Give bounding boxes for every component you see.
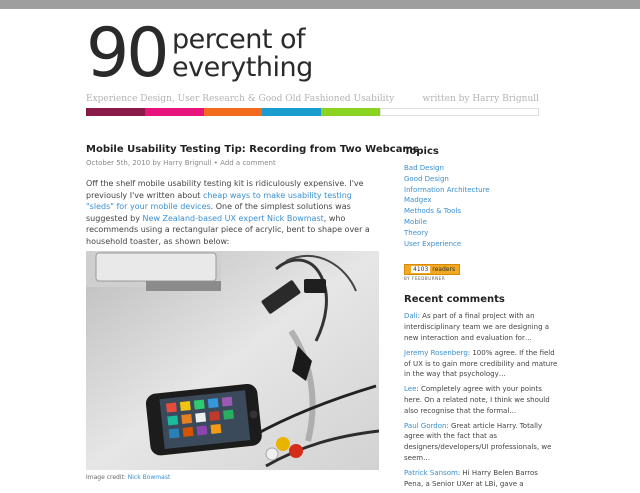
logo-line-2: everything bbox=[172, 52, 313, 83]
comment-item: Paul Gordon: Great article Harry. Totall… bbox=[404, 421, 558, 464]
color-segment-3 bbox=[204, 108, 262, 116]
photo-illustration bbox=[86, 251, 379, 470]
badge-count-bar: 4103 readers bbox=[404, 264, 460, 276]
comment-item: Patrick Sansom: Hi Harry Belen Barros Pe… bbox=[404, 468, 558, 490]
reader-label: readers bbox=[432, 266, 456, 274]
topic-user-experience[interactable]: User Experience bbox=[404, 239, 558, 250]
topic-madgex[interactable]: Madgex bbox=[404, 195, 558, 206]
comment-author[interactable]: Dali bbox=[404, 312, 418, 320]
comment-author[interactable]: Lee bbox=[404, 385, 416, 393]
color-segment-5 bbox=[321, 108, 380, 116]
color-segment-1 bbox=[86, 108, 145, 116]
color-segment-4 bbox=[262, 108, 321, 116]
add-comment-link[interactable]: Add a comment bbox=[220, 159, 276, 167]
topic-information-architecture[interactable]: Information Architecture bbox=[404, 185, 558, 196]
topic-bad-design[interactable]: Bad Design bbox=[404, 163, 558, 174]
color-segment-empty bbox=[380, 108, 539, 116]
post-date: October 5th, 2010 by Harry Brignull bbox=[86, 159, 212, 167]
logo-words: percent of everything bbox=[172, 26, 372, 82]
recent-comments: Recent comments Dali: As part of a final… bbox=[404, 294, 558, 489]
comment-text[interactable]: : Completely agree with your points here… bbox=[404, 385, 550, 415]
blog-post: Mobile Usability Testing Tip: Recording … bbox=[86, 144, 419, 481]
post-paragraph: Off the shelf mobile usability testing k… bbox=[86, 178, 382, 247]
meta-separator: • bbox=[211, 159, 221, 167]
topics-list: Bad Design Good Design Information Archi… bbox=[404, 163, 558, 249]
topic-good-design[interactable]: Good Design bbox=[404, 174, 558, 185]
comment-text[interactable]: : As part of a final project with an int… bbox=[404, 312, 549, 342]
sidebar: Topics Bad Design Good Design Informatio… bbox=[404, 146, 558, 493]
site-byline: written by Harry Brignull bbox=[422, 94, 539, 104]
color-stripe bbox=[86, 108, 539, 116]
topic-theory[interactable]: Theory bbox=[404, 228, 558, 239]
site-tagline: Experience Design, User Research & Good … bbox=[86, 94, 395, 104]
reader-count: 4103 bbox=[411, 266, 431, 274]
comment-item: Jeremy Rosenberg: 100% agree. If the fie… bbox=[404, 348, 558, 380]
logo-line-1: percent of bbox=[172, 24, 306, 55]
comment-author[interactable]: Paul Gordon bbox=[404, 422, 446, 430]
comment-author[interactable]: Jeremy Rosenberg bbox=[404, 349, 468, 357]
color-segment-2 bbox=[145, 108, 204, 116]
topic-methods-tools[interactable]: Methods & Tools bbox=[404, 206, 558, 217]
top-bar bbox=[0, 0, 640, 9]
feedburner-badge[interactable]: 4103 readers BY FEEDBURNER bbox=[404, 264, 460, 282]
post-meta: October 5th, 2010 by Harry Brignull • Ad… bbox=[86, 159, 382, 167]
feedburner-label: BY FEEDBURNER bbox=[404, 276, 446, 282]
nick-bowmast-link[interactable]: New Zealand-based UX expert Nick Bowmast bbox=[143, 214, 324, 223]
post-photo bbox=[86, 251, 379, 470]
post-title[interactable]: Mobile Usability Testing Tip: Recording … bbox=[86, 144, 419, 155]
recent-comments-heading: Recent comments bbox=[404, 294, 505, 306]
topic-mobile[interactable]: Mobile bbox=[404, 217, 558, 228]
comment-author[interactable]: Patrick Sansom bbox=[404, 469, 458, 477]
topics-heading: Topics bbox=[404, 146, 439, 157]
comment-item: Dali: As part of a final project with an… bbox=[404, 311, 558, 343]
comment-item: Lee: Completely agree with your points h… bbox=[404, 384, 558, 416]
logo-number: 90 bbox=[86, 14, 170, 93]
